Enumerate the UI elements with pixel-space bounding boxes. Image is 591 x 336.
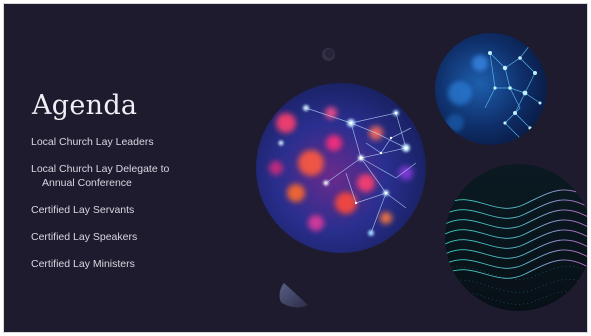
- agenda-item-lay-ministers: Certified Lay Ministers: [31, 257, 201, 271]
- agenda-item-lay-speakers: Certified Lay Speakers: [31, 230, 201, 244]
- data-wave-image: [445, 164, 587, 311]
- agenda-list: Local Church Lay Leaders Local Church La…: [31, 135, 201, 284]
- agenda-item-text: Certified Lay Servants: [31, 204, 135, 216]
- agenda-item-text: Certified Lay Speakers: [31, 231, 138, 243]
- network-bokeh-image: [256, 83, 426, 253]
- slide-title: Agenda: [32, 90, 138, 121]
- ring-shape: [322, 48, 335, 61]
- agenda-item-text: Local Church Lay Leaders: [31, 136, 154, 148]
- agenda-item-text: Local Church Lay Delegate to: [31, 163, 170, 175]
- agenda-item-lay-leaders: Local Church Lay Leaders: [31, 135, 201, 149]
- cone-shape: [279, 283, 308, 308]
- agenda-item-lay-delegate: Local Church Lay Delegate to Annual Conf…: [31, 162, 201, 190]
- agenda-item-continuation: Annual Conference: [42, 177, 132, 189]
- agenda-item-lay-servants: Certified Lay Servants: [31, 203, 201, 217]
- agenda-item-text: Certified Lay Ministers: [31, 258, 135, 270]
- blue-network-image: [435, 33, 547, 145]
- slide: Agenda Local Church Lay Leaders Local Ch…: [4, 4, 587, 332]
